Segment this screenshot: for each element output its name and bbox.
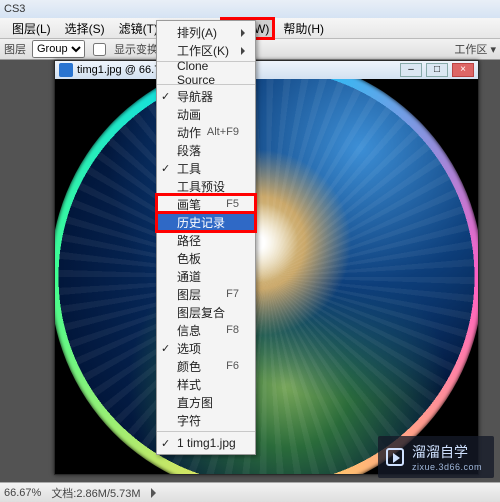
menu-item-tool-presets[interactable]: 工具预设 <box>157 177 255 195</box>
watermark-brand: 溜溜自学 <box>412 444 468 460</box>
menu-item-styles[interactable]: 样式 <box>157 375 255 393</box>
menu-help[interactable]: 帮助(H) <box>277 18 330 39</box>
document-icon <box>59 63 73 77</box>
menu-item-color[interactable]: 颜色F6 <box>157 357 255 375</box>
show-transform-checkbox[interactable] <box>93 43 106 56</box>
menu-item-clone-source[interactable]: Clone Source <box>157 64 255 82</box>
app-name: CS3 <box>4 3 25 15</box>
menu-item-brushes[interactable]: 画笔F5 <box>157 195 255 213</box>
menu-item-layer-comps[interactable]: 图层复合 <box>157 303 255 321</box>
menu-item-swatches[interactable]: 色板 <box>157 249 255 267</box>
check-icon: ✓ <box>161 342 170 355</box>
check-icon: ✓ <box>161 162 170 175</box>
menu-select[interactable]: 选择(S) <box>59 18 111 39</box>
zoom-level[interactable]: 66.67% <box>4 487 41 499</box>
minimize-button[interactable]: – <box>400 63 422 77</box>
menu-item-navigator[interactable]: ✓导航器 <box>157 87 255 105</box>
document-window[interactable]: timg1.jpg @ 66.7% – □ × <box>54 60 479 475</box>
doc-size[interactable]: 文档:2.86M/5.73M <box>51 485 140 501</box>
app-titlebar: CS3 <box>0 0 500 18</box>
menu-layer[interactable]: 图层(L) <box>6 18 57 39</box>
menu-item-layers[interactable]: 图层F7 <box>157 285 255 303</box>
close-button[interactable]: × <box>452 63 474 77</box>
menu-item-paths[interactable]: 路径 <box>157 231 255 249</box>
watermark: 溜溜自学 zixue.3d66.com <box>378 436 494 478</box>
check-icon: ✓ <box>161 90 170 103</box>
window-menu-dropdown[interactable]: 排列(A) 工作区(K) Clone Source ✓导航器 动画 动作Alt+… <box>156 20 256 455</box>
menu-item-channels[interactable]: 通道 <box>157 267 255 285</box>
menu-item-paragraph[interactable]: 段落 <box>157 141 255 159</box>
document-titlebar[interactable]: timg1.jpg @ 66.7% – □ × <box>55 61 478 79</box>
menu-item-arrange[interactable]: 排列(A) <box>157 23 255 41</box>
chevron-right-icon[interactable] <box>151 488 161 498</box>
menu-item-info[interactable]: 信息F8 <box>157 321 255 339</box>
menu-item-tools[interactable]: ✓工具 <box>157 159 255 177</box>
menu-item-animation[interactable]: 动画 <box>157 105 255 123</box>
menu-item-character[interactable]: 字符 <box>157 411 255 429</box>
menu-item-actions[interactable]: 动作Alt+F9 <box>157 123 255 141</box>
group-select[interactable]: Group <box>32 40 85 58</box>
layer-label: 图层 <box>4 41 26 57</box>
check-icon: ✓ <box>161 437 170 450</box>
menu-item-open-document[interactable]: ✓1 timg1.jpg <box>157 434 255 452</box>
menu-item-options[interactable]: ✓选项 <box>157 339 255 357</box>
menu-item-workspace[interactable]: 工作区(K) <box>157 41 255 59</box>
menu-separator <box>157 431 255 432</box>
image-content <box>55 79 478 474</box>
maximize-button[interactable]: □ <box>426 63 448 77</box>
menu-item-history[interactable]: 历史记录 <box>157 213 255 231</box>
play-icon <box>386 448 404 466</box>
document-canvas[interactable] <box>55 79 478 474</box>
workspace-menu[interactable]: 工作区 ▾ <box>454 41 496 57</box>
menu-item-histogram[interactable]: 直方图 <box>157 393 255 411</box>
status-bar: 66.67% 文档:2.86M/5.73M <box>0 482 500 502</box>
watermark-url: zixue.3d66.com <box>412 462 482 472</box>
